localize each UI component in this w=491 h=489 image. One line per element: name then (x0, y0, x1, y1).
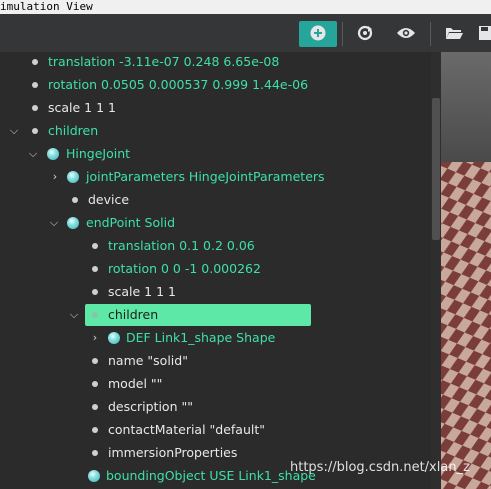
tree-row-rotation[interactable]: rotation 0.0505 0.000537 0.999 1.44e-06 (0, 75, 431, 95)
open-world-button[interactable] (435, 21, 473, 47)
toolbar-separator (342, 22, 343, 46)
folder-open-icon (445, 26, 463, 43)
tree-row-label: HingeJoint (66, 146, 131, 161)
tree-row-label: jointParameters HingeJointParameters (86, 169, 325, 184)
tree-row-label: translation 0.1 0.2 0.06 (108, 238, 255, 253)
tree-row-children[interactable]: ⌵ children (0, 121, 431, 141)
field-dot-icon (72, 197, 78, 203)
add-node-button[interactable] (299, 21, 337, 47)
tree-row-label: DEF Link1_shape Shape (126, 330, 276, 345)
field-dot-icon (92, 243, 98, 249)
chevron-right-icon[interactable]: › (89, 328, 101, 348)
field-dot-icon (32, 105, 38, 111)
save-world-button[interactable] (478, 21, 491, 47)
tree-row-hingejoint[interactable]: ⌵ HingeJoint (0, 144, 431, 164)
field-dot-icon (32, 59, 38, 65)
reset-simulation-button[interactable] (346, 21, 384, 47)
eye-icon (396, 26, 416, 43)
field-dot-icon (92, 427, 98, 433)
tree-row-rotation-endpoint[interactable]: rotation 0 0 -1 0.000262 (0, 259, 431, 279)
tree-row-scale-endpoint[interactable]: scale 1 1 1 (0, 282, 431, 302)
tree-row-children-selected[interactable]: ⌵ children (0, 305, 431, 325)
tree-row-label: scale 1 1 1 (48, 100, 116, 115)
field-dot-icon (92, 312, 98, 318)
tree-row-label: scale 1 1 1 (108, 284, 176, 299)
field-dot-icon (92, 358, 98, 364)
reset-icon (356, 24, 374, 45)
tree-row-scale[interactable]: scale 1 1 1 (0, 98, 431, 118)
field-dot-icon (92, 381, 98, 387)
add-icon (310, 25, 326, 44)
tree-row-endpoint[interactable]: ⌵ endPoint Solid (0, 213, 431, 233)
field-dot-icon (32, 128, 38, 134)
scene-tree-toolbar (0, 14, 491, 53)
field-dot-icon (32, 82, 38, 88)
floppy-icon (479, 25, 491, 44)
tree-row-label: children (48, 123, 99, 138)
node-sphere-icon (67, 171, 79, 183)
tree-row-description[interactable]: description "" (0, 397, 431, 417)
field-dot-icon (92, 450, 98, 456)
watermark-text: https://blog.csdn.net/xlan_z (290, 460, 470, 475)
tree-row-model[interactable]: model "" (0, 374, 431, 394)
tree-row-label: endPoint Solid (86, 215, 176, 230)
tree-row-contactmaterial[interactable]: contactMaterial "default" (0, 420, 431, 440)
tree-row-name[interactable]: name "solid" (0, 351, 431, 371)
tree-row-jointparameters[interactable]: › jointParameters HingeJointParameters (0, 167, 431, 187)
tree-row-label: model "" (108, 376, 163, 391)
tree-row-device[interactable]: device (0, 190, 431, 210)
tree-row-label: rotation 0 0 -1 0.000262 (108, 261, 261, 276)
node-sphere-icon (88, 470, 100, 482)
tree-row-label: translation -3.11e-07 0.248 6.65e-08 (48, 54, 280, 69)
field-dot-icon (92, 266, 98, 272)
chevron-down-icon[interactable]: ⌵ (48, 213, 60, 233)
chevron-down-icon[interactable]: ⌵ (27, 144, 39, 164)
tree-row-label: contactMaterial "default" (108, 422, 266, 437)
view-button[interactable] (387, 21, 425, 47)
tree-row-label: rotation 0.0505 0.000537 0.999 1.44e-06 (48, 77, 309, 92)
scene-tree: translation -3.11e-07 0.248 6.65e-08 rot… (0, 52, 431, 489)
tree-row-label: immersionProperties (108, 445, 238, 460)
tree-row-label: children (108, 307, 159, 322)
tree-row-label: description "" (108, 399, 193, 414)
checkered-floor-render (441, 52, 491, 489)
tree-row-label: name "solid" (108, 353, 188, 368)
node-sphere-icon (67, 217, 79, 229)
tree-row-label: device (88, 192, 130, 207)
field-dot-icon (92, 404, 98, 410)
field-dot-icon (92, 289, 98, 295)
3d-view[interactable] (441, 52, 491, 489)
tree-scrollbar-thumb[interactable] (432, 98, 440, 240)
node-sphere-icon (47, 148, 59, 160)
tree-row-translation[interactable]: translation -3.11e-07 0.248 6.65e-08 (0, 52, 431, 72)
chevron-down-icon[interactable]: ⌵ (8, 121, 20, 141)
tree-row-translation-endpoint[interactable]: translation 0.1 0.2 0.06 (0, 236, 431, 256)
chevron-down-icon[interactable]: ⌵ (68, 305, 80, 325)
chevron-right-icon[interactable]: › (49, 167, 61, 187)
node-sphere-icon (108, 332, 120, 344)
window-title: imulation View (0, 0, 491, 14)
toolbar-separator (430, 22, 431, 46)
tree-row-label: boundingObject USE Link1_shape (106, 468, 316, 483)
tree-row-def-link1-shape[interactable]: › DEF Link1_shape Shape (0, 328, 431, 348)
